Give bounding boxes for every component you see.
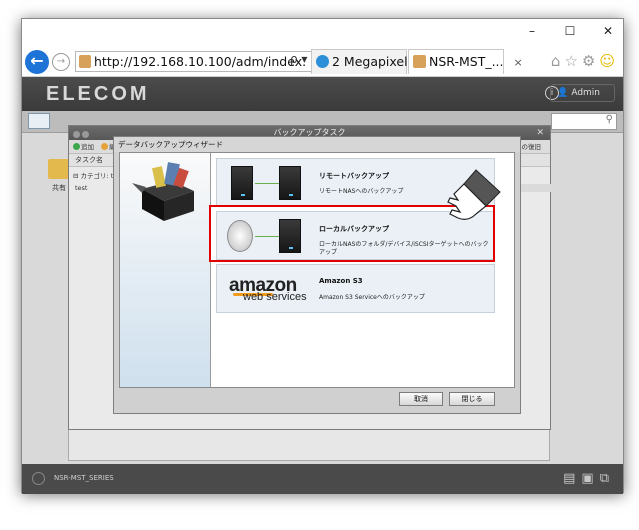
browser-right-icons: ⌂☆⚙☺	[551, 52, 619, 70]
smiley-icon[interactable]: ☺	[599, 52, 619, 70]
toolbar-add[interactable]: 追加	[73, 143, 94, 151]
elecom-logo: ELECOM	[46, 83, 150, 105]
group-row[interactable]: ⊟ カテゴリ: t	[73, 170, 113, 180]
close-button[interactable]: 閉じる	[449, 392, 495, 406]
nas-server-icon	[231, 166, 253, 200]
task-name-cell: test	[75, 184, 88, 192]
option-desc: Amazon S3 Serviceへのバックアップ	[319, 294, 425, 301]
site-favicon-icon	[79, 55, 91, 68]
network-icon[interactable]: ⧉	[600, 471, 615, 486]
maximize-button[interactable]: ☐	[561, 24, 579, 38]
amazon-web-services-logo: amazon web services	[229, 275, 307, 303]
link-line	[255, 183, 279, 184]
option-amazon-s3[interactable]: amazon web services Amazon S3 Amazon S3 …	[216, 264, 495, 313]
address-bar[interactable]: http://192.168.10.100/adm/index.	[75, 51, 312, 72]
tab-nsr-mst[interactable]: NSR-MST_... ×	[408, 49, 523, 74]
shared-folder-icon[interactable]	[48, 159, 70, 179]
favorites-icon[interactable]: ☆	[564, 52, 581, 70]
footer-icons: ▤▣⧉	[563, 471, 615, 486]
tab-label: NSR-MST_...	[429, 54, 504, 69]
address-text: http://192.168.10.100/adm/index.	[94, 54, 307, 69]
close-icon[interactable]: ✕	[536, 126, 544, 140]
nas-server-icon	[279, 166, 301, 200]
wizard-sidebar	[120, 153, 210, 387]
storage-icon[interactable]: ▤	[563, 471, 581, 486]
settings-icon[interactable]: ▣	[581, 471, 599, 486]
tab-close-icon[interactable]: ×	[513, 56, 522, 69]
backup-box-icon	[132, 162, 194, 221]
site-favicon-icon	[413, 55, 426, 68]
desktop-icon[interactable]	[28, 113, 50, 129]
power-icon[interactable]	[32, 472, 45, 485]
app-footer: NSR-MST_SERIES ▤▣⧉	[22, 464, 623, 494]
wizard-title: データバックアップウィザード	[114, 137, 520, 152]
close-window-button[interactable]: ✕	[599, 24, 617, 38]
minimize-button[interactable]: –	[523, 24, 541, 38]
pointing-hand-icon	[447, 169, 501, 220]
table-row[interactable]: test	[75, 184, 551, 192]
amazon-logo-sub: web services	[243, 291, 307, 303]
home-icon[interactable]: ⌂	[551, 52, 565, 70]
ie-page-icon	[316, 55, 329, 68]
browser-toolbar: ← → http://192.168.10.100/adm/index. ρ ▾…	[22, 46, 623, 77]
gear-icon[interactable]: ⚙	[582, 52, 599, 70]
device-name: NSR-MST_SERIES	[54, 474, 114, 482]
tab-megapixel[interactable]: 2 Megapixel ...	[311, 49, 423, 74]
cancel-button[interactable]: 取消	[399, 392, 443, 406]
forward-button[interactable]: →	[52, 53, 70, 71]
admin-menu[interactable]: 👤 Admin	[550, 84, 615, 102]
option-title: Amazon S3	[319, 277, 363, 285]
search-input[interactable]: ⚲	[551, 113, 617, 130]
option-title: リモートバックアップ	[319, 172, 389, 180]
shared-folder-label: 共有	[52, 184, 66, 192]
back-button[interactable]: ←	[25, 50, 49, 74]
browser-titlebar: – ☐ ✕	[22, 19, 623, 46]
app-header: ELECOM i 👤 Admin	[22, 77, 623, 111]
